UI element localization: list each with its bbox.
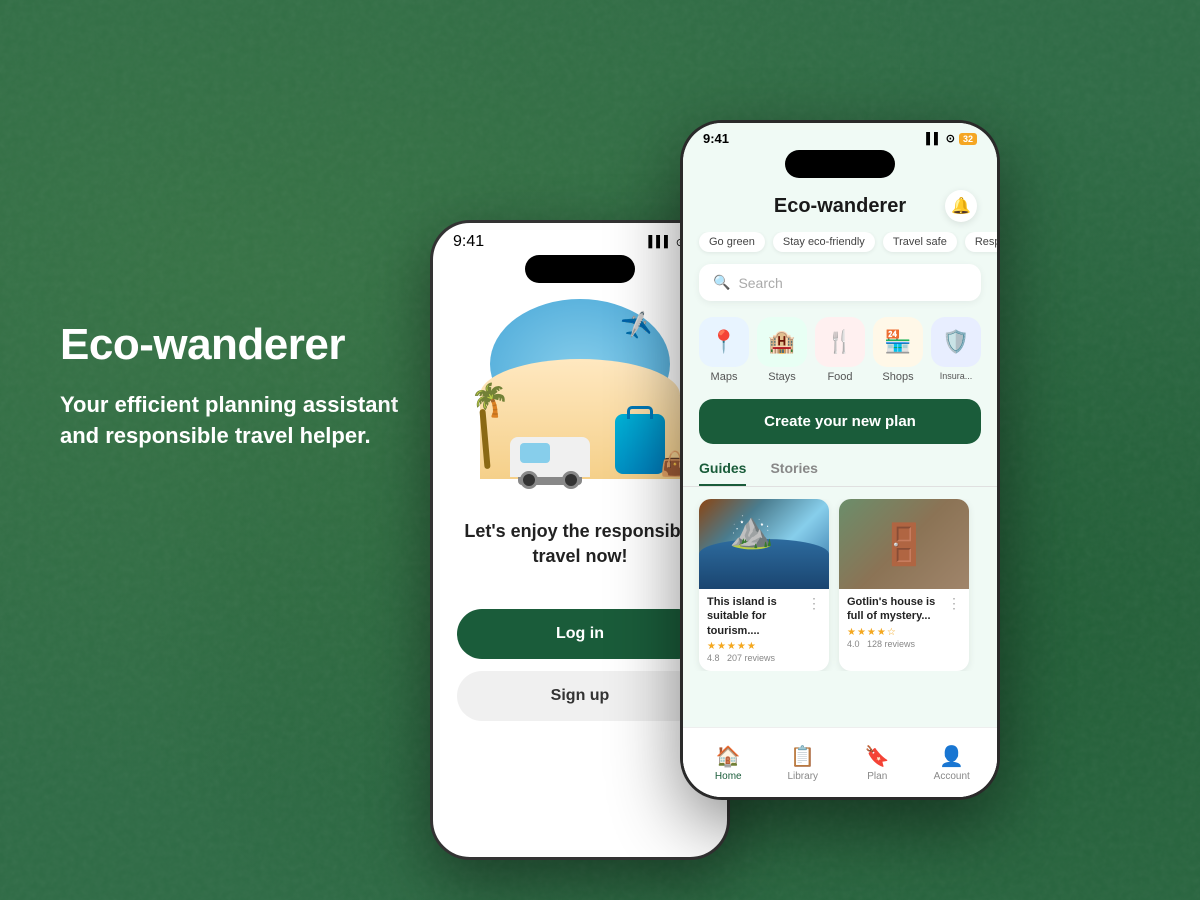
nav-plan-label: Plan	[867, 771, 887, 782]
battery-badge-2: 32	[959, 133, 977, 145]
home-icon: 🏠	[716, 744, 741, 769]
card-1-title: This island is suitable for tourism....	[707, 595, 807, 638]
account-icon: 👤	[939, 744, 964, 769]
card-2-info: Gotlin's house is full of mystery... ⋮ ★…	[839, 589, 969, 657]
card-1-stars: ★★★★★	[707, 641, 821, 652]
tags-row: Go green Stay eco-friendly Travel safe R…	[683, 232, 997, 264]
signal-icon: ▌▌▌	[648, 236, 671, 248]
food-icon: 🍴	[815, 317, 865, 367]
card-2-stars: ★★★★☆	[847, 627, 961, 638]
bell-button[interactable]: 🔔	[945, 190, 977, 222]
card-1[interactable]: This island is suitable for tourism.... …	[699, 499, 829, 671]
card-2-reviews: 128 reviews	[867, 639, 915, 649]
tag-travel-safe[interactable]: Travel safe	[883, 232, 957, 252]
app-subtitle: Your efficient planning assistant and re…	[60, 390, 420, 452]
signup-button[interactable]: Sign up	[457, 671, 703, 721]
food-label: Food	[827, 371, 852, 383]
van-wheel-left	[520, 471, 538, 489]
status-icons-2: ▌▌ ⊙ 32	[926, 132, 977, 145]
phone2-screen: 9:41 ▌▌ ⊙ 32 Eco-wanderer 🔔 Go green Sta…	[683, 123, 997, 797]
maps-icon: 📍	[699, 317, 749, 367]
nav-account-label: Account	[934, 771, 970, 782]
van-window	[520, 443, 550, 463]
cards-row: This island is suitable for tourism.... …	[683, 499, 997, 671]
wifi-icon-2: ⊙	[946, 132, 955, 145]
phone-main: 9:41 ▌▌ ⊙ 32 Eco-wanderer 🔔 Go green Sta…	[680, 120, 1000, 800]
tab-stories[interactable]: Stories	[770, 460, 817, 486]
shops-label: Shops	[882, 371, 913, 383]
card-1-reviews: 207 reviews	[727, 653, 775, 663]
card-1-image	[699, 499, 829, 589]
shops-icon: 🏪	[873, 317, 923, 367]
time-2: 9:41	[703, 131, 729, 146]
search-bar[interactable]: 🔍 Search	[699, 264, 981, 301]
card-2-title: Gotlin's house is full of mystery...	[847, 595, 947, 624]
maps-label: Maps	[711, 371, 738, 383]
tag-respect-local[interactable]: Respect local	[965, 232, 997, 252]
categories-row: 📍 Maps 🏨 Stays 🍴 Food 🏪 Shops 🛡️	[683, 317, 997, 399]
plan-icon: 🔖	[865, 744, 890, 769]
search-placeholder: Search	[738, 275, 782, 291]
bottom-nav: 🏠 Home 📋 Library 🔖 Plan 👤 Account	[683, 727, 997, 797]
card-2-more[interactable]: ⋮	[947, 595, 961, 612]
card-1-meta: 4.8 207 reviews	[707, 653, 821, 663]
card-2-rating: 4.0	[847, 639, 860, 649]
app-header: Eco-wanderer 🔔	[683, 184, 997, 232]
nav-account[interactable]: 👤 Account	[915, 744, 990, 782]
tag-go-green[interactable]: Go green	[699, 232, 765, 252]
palm-leaves: 🌴	[470, 381, 510, 419]
insurance-label: Insura...	[940, 371, 973, 381]
nav-home[interactable]: 🏠 Home	[691, 744, 766, 782]
card-1-more[interactable]: ⋮	[807, 595, 821, 612]
stays-label: Stays	[768, 371, 796, 383]
search-icon: 🔍	[713, 274, 730, 291]
library-icon: 📋	[790, 744, 815, 769]
tag-eco-friendly[interactable]: Stay eco-friendly	[773, 232, 875, 252]
nav-library-label: Library	[787, 771, 818, 782]
card-1-rating: 4.8	[707, 653, 720, 663]
app-header-title: Eco-wanderer	[774, 195, 906, 218]
illus-palm-left: 🌴	[470, 369, 500, 469]
illus-van	[510, 437, 590, 477]
category-insurance[interactable]: 🛡️ Insura...	[931, 317, 981, 383]
app-title-left: Eco-wanderer	[60, 320, 420, 370]
nav-plan[interactable]: 🔖 Plan	[840, 744, 915, 782]
dynamic-island-1	[525, 255, 635, 283]
category-stays[interactable]: 🏨 Stays	[757, 317, 807, 383]
nav-library[interactable]: 📋 Library	[766, 744, 841, 782]
category-food[interactable]: 🍴 Food	[815, 317, 865, 383]
phones-container: 9:41 ▌▌▌ ⊙ 32 🌴 🌴	[300, 0, 1200, 900]
create-plan-button[interactable]: Create your new plan	[699, 399, 981, 444]
login-button[interactable]: Log in	[457, 609, 703, 659]
card-2[interactable]: 🚪 Gotlin's house is full of mystery... ⋮…	[839, 499, 969, 671]
insurance-icon: 🛡️	[931, 317, 981, 367]
content-tabs: Guides Stories	[683, 460, 997, 487]
illus-suitcase	[615, 414, 665, 474]
card-2-meta: 4.0 128 reviews	[847, 639, 961, 649]
login-tagline: Let's enjoy the responsible travel now!	[457, 519, 703, 569]
time-1: 9:41	[453, 233, 484, 251]
left-panel: Eco-wanderer Your efficient planning ass…	[60, 320, 420, 452]
travel-illustration: 🌴 🌴 ✈️ 👜	[460, 299, 700, 499]
dynamic-island-2	[785, 150, 895, 178]
tab-guides[interactable]: Guides	[699, 460, 746, 486]
category-maps[interactable]: 📍 Maps	[699, 317, 749, 383]
status-bar-2: 9:41 ▌▌ ⊙ 32	[683, 123, 997, 150]
signal-icon-2: ▌▌	[926, 133, 942, 145]
category-shops[interactable]: 🏪 Shops	[873, 317, 923, 383]
stays-icon: 🏨	[757, 317, 807, 367]
card-1-info: This island is suitable for tourism.... …	[699, 589, 829, 671]
van-wheel-right	[562, 471, 580, 489]
nav-home-label: Home	[715, 771, 742, 782]
card-2-image: 🚪	[839, 499, 969, 589]
